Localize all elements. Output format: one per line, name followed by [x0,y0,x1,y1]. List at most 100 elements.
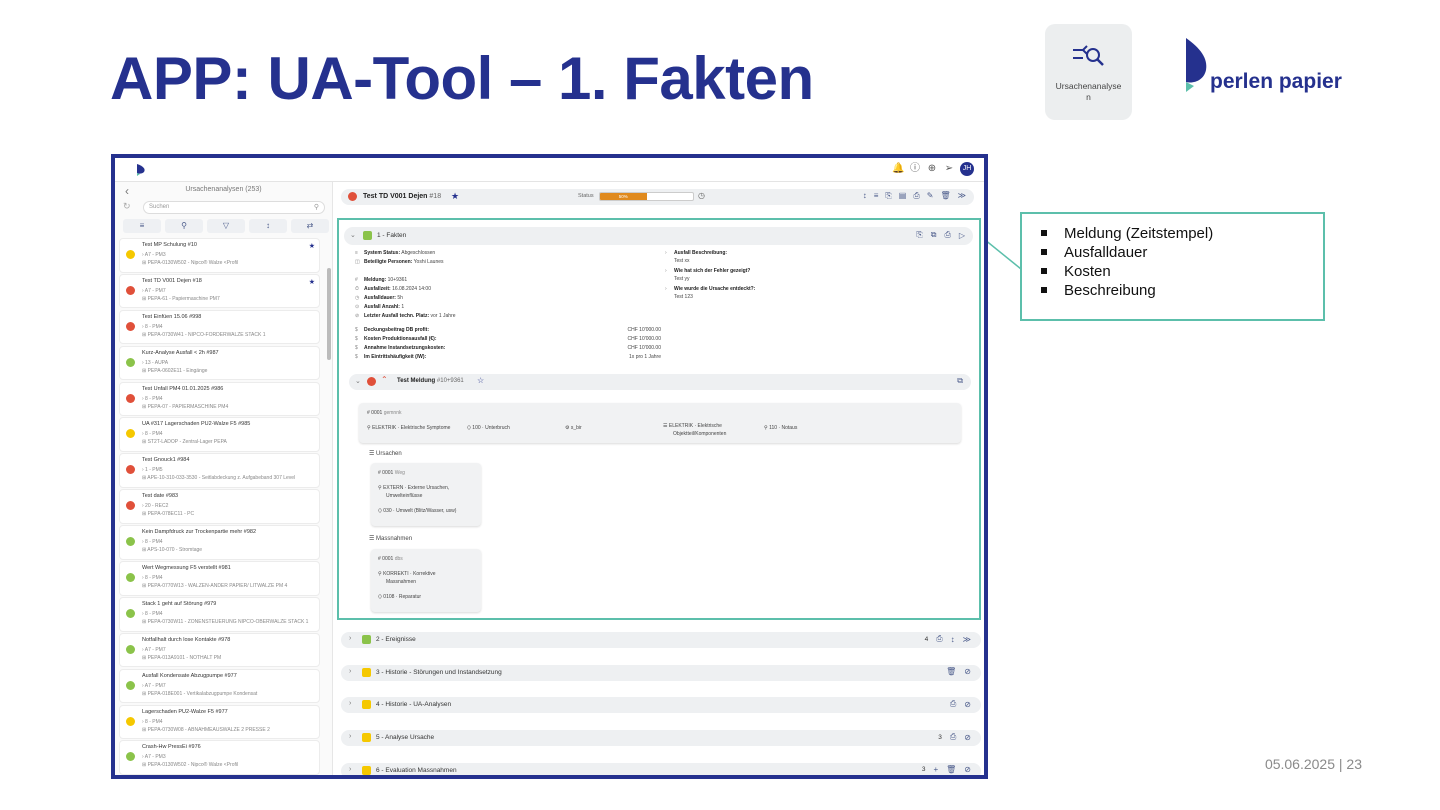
add-icon[interactable]: + [933,765,938,774]
analysis-list-item[interactable]: Test Einfüen 15.06 #998 › 8 - PM4 ⊞ PEPA-0… [119,309,320,345]
field-value: Abgeschlossen [401,250,436,256]
analysis-list-item[interactable]: Wert Wegmessung F5 verstellt #981 › 8 - P… [119,561,320,596]
item-equipment: ⊞ PEPA-0130W502 - Nipco® Walze <Profil [142,762,239,769]
chevron-right-icon[interactable]: › [349,733,351,740]
skip-icon[interactable]: ≫ [963,635,971,644]
main-panel: Test TD V001 Dejen #18 ★ Status 50% ◷ ↕ ≡… [337,182,984,775]
link-icon[interactable]: ⊘ [964,733,971,742]
favorite-star-icon[interactable]: ★ [309,242,315,250]
skip-icon[interactable]: ▷ [959,231,965,240]
chevron-right-icon[interactable]: › [349,635,351,642]
app-screenshot: 🔔 ⓘ ⊕ ➢ JH ‹ Ursachenanalysen (253) ↻ Su… [111,154,988,779]
sort-icon[interactable]: ↕ [951,635,955,644]
globe-icon[interactable]: ⊕ [926,163,938,175]
swap-icon[interactable]: ⇄ [291,219,329,233]
collapsed-section[interactable]: › 2 - Ereignisse 4 ⎙ ↕ ≫ [341,632,981,648]
pdf-icon[interactable]: ▤ [899,191,907,201]
link-icon[interactable]: ⊘ [964,765,971,774]
sidebar-scrollbar[interactable] [327,268,331,360]
item-equipment: ⊞ PEPA-61 - Papiermaschine PM7 [142,295,220,302]
analysis-list-item[interactable]: Stack 1 geht auf Störung #979 › 8 - PM4 ⊞ … [119,596,320,632]
analysis-list-item[interactable]: UA #317 Lagerschaden PU2-Walze F5 #985 › … [119,417,320,453]
analysis-list-item[interactable]: Kurz-Analyse Ausfall < 2h #987 › 13 - AUP… [119,345,320,381]
print-icon[interactable]: ⎙ [944,230,950,240]
print-icon[interactable]: ⎙ [950,699,956,709]
ursachenanalysen-app-tile[interactable]: Ursachenanalysen [1045,24,1132,120]
print-icon[interactable]: ⎙ [913,191,919,201]
item-title: Stack 1 geht auf Störung #979 [142,600,217,607]
search-input[interactable]: Suchen ⚲ [143,201,325,214]
card-component-sub: Objektteil/Komponenten [673,431,727,437]
edit-icon[interactable]: ✎ [927,191,934,201]
favorite-star-icon[interactable]: ★ [451,191,459,202]
brand-name: perlen papier [1210,70,1342,93]
delete-icon[interactable]: 🗑 [946,667,956,676]
item-location: › A7 - PM3 [142,252,166,258]
skip-icon[interactable]: ≫ [958,191,966,201]
history-icon[interactable]: ◷ [698,191,705,200]
field-icon: # [355,277,358,283]
analysis-list-item[interactable]: Test date #983 › 20 - REC2 ⊞ PEPA-078EC11 … [119,489,320,524]
collapsed-section[interactable]: › 4 - Historie - UA-Analysen ⎙ ⊘ [341,697,981,714]
section-status-dot [362,700,371,710]
item-location: › A7 - PM7 [142,646,166,653]
link-icon[interactable]: ⊘ [964,667,971,676]
chevron-down-icon[interactable]: ⌄ [350,231,356,239]
message-card[interactable]: # 0001 gemnnk ⚲ ELEKTRIK · Elektrische S… [359,403,961,443]
attachment-icon[interactable]: ⎘ [916,230,922,240]
send-icon[interactable]: ➢ [943,163,955,175]
refresh-icon[interactable]: ↻ [123,201,131,212]
link-icon[interactable]: ⊘ [964,700,971,709]
app-topbar: 🔔 ⓘ ⊕ ➢ JH [115,158,984,182]
info-icon[interactable]: ⓘ [909,163,921,175]
open-external-icon[interactable]: ⧉ [957,376,963,386]
delete-icon[interactable]: 🗑 [946,765,956,774]
section-label: 6 - Evaluation Massnahmen [376,766,457,774]
analysis-list-item[interactable]: Lagerschaden PU2-Walze F5 #977 › 8 - PM4 ⊞… [119,704,320,740]
analysis-list-item[interactable]: Test MP Schulung #10 › A7 - PM3 ⊞ PEPA-013… [119,238,320,273]
share-icon[interactable]: ⎘ [885,191,891,201]
list-view-icon[interactable]: ≡ [123,219,161,233]
analysis-list-item[interactable]: Notfallhalt durch lose Kontakte #978 › A7… [119,632,320,668]
star-outline-icon[interactable]: ☆ [477,376,484,385]
status-dot [126,644,135,654]
item-equipment: ⊞ ST2T-LADOP - Zentral-Lager PEPA [142,439,227,446]
analysis-list-item[interactable]: Test Gnouck1 #984 › 1 - PM5 ⊞ APE-10-310-0… [119,453,320,488]
message-header[interactable]: ⌄ ⌃ Test Meldung #10+9361 ☆ ⧉ [349,374,971,390]
chevron-down-icon[interactable]: ⌄ [355,377,361,385]
time-field: ◷ Ausfalldauer: 5h [355,295,403,301]
analysis-list-item[interactable]: Kein Dampfdruck zur Trockenpartie mehr #… [119,525,320,560]
collapsed-section[interactable]: › 3 - Historie - Störungen und Instandset… [341,664,981,681]
delete-icon[interactable]: 🗑 [940,191,950,201]
user-avatar[interactable]: JH [960,162,974,176]
list-icon[interactable]: ≡ [874,191,879,201]
section-header-fakten[interactable]: ⌄ 1 - Fakten ⎘ ⧉ ⎙ ▷ [344,227,973,245]
filter-user-icon[interactable]: ⚲ [165,219,203,233]
chevron-right-icon[interactable]: › [349,766,351,773]
sort-icon[interactable]: ↕ [249,219,287,233]
card-code: ⟨⟩ 100 · Unterbruch [467,425,510,431]
favorite-star-icon[interactable]: ★ [309,278,315,286]
copy-icon[interactable]: ⧉ [931,230,937,240]
print-icon[interactable]: ⎙ [936,634,942,644]
collapsed-section[interactable]: › 6 - Evaluation Massnahmen 3 + 🗑 ⊘ [341,762,981,775]
ursache-card[interactable]: # 0001 Weg ⚲ EXTERN · Externe Ursachen, … [371,463,481,526]
print-icon[interactable]: ⎙ [950,732,956,742]
item-equipment: ⊞ PEPA-018E001 - Vertikalabzugpumpe Kond… [142,690,258,697]
field-icon: ≡ [355,250,358,256]
item-location: › A7 - PM3 [142,754,166,761]
sort-icon[interactable]: ↕ [863,191,867,201]
section-label: 4 - Historie - UA-Analysen [376,701,452,709]
bell-icon[interactable]: 🔔 [892,163,904,175]
massnahme-card[interactable]: # 0001 dbs ⚲ KORREKTI · Korrektive Massn… [371,549,481,612]
chevron-right-icon[interactable]: › [349,668,351,675]
analysis-list-item[interactable]: Ausfall Kondensate Abzugpumpe #977 › A7 -… [119,668,320,704]
status-progress-bar: 50% [599,192,694,201]
analysis-list-item[interactable]: Test Unfall PM4 01.01.2025 #986 › 8 - PM4… [119,381,320,417]
analysis-list-item[interactable]: Test TD V001 Dejen #18 › A7 - PM7 ⊞ PEPA-6… [119,273,320,309]
filter-icon[interactable]: ▽ [207,219,245,233]
chevron-right-icon[interactable]: › [349,700,351,707]
collapsed-section[interactable]: › 5 - Analyse Ursache 3 ⎙ ⊘ [341,730,981,747]
status-dot [126,608,135,618]
analysis-list-item[interactable]: Crash-Hw PressEi #976 › A7 - PM3 ⊞ PEPA-01… [119,740,320,775]
